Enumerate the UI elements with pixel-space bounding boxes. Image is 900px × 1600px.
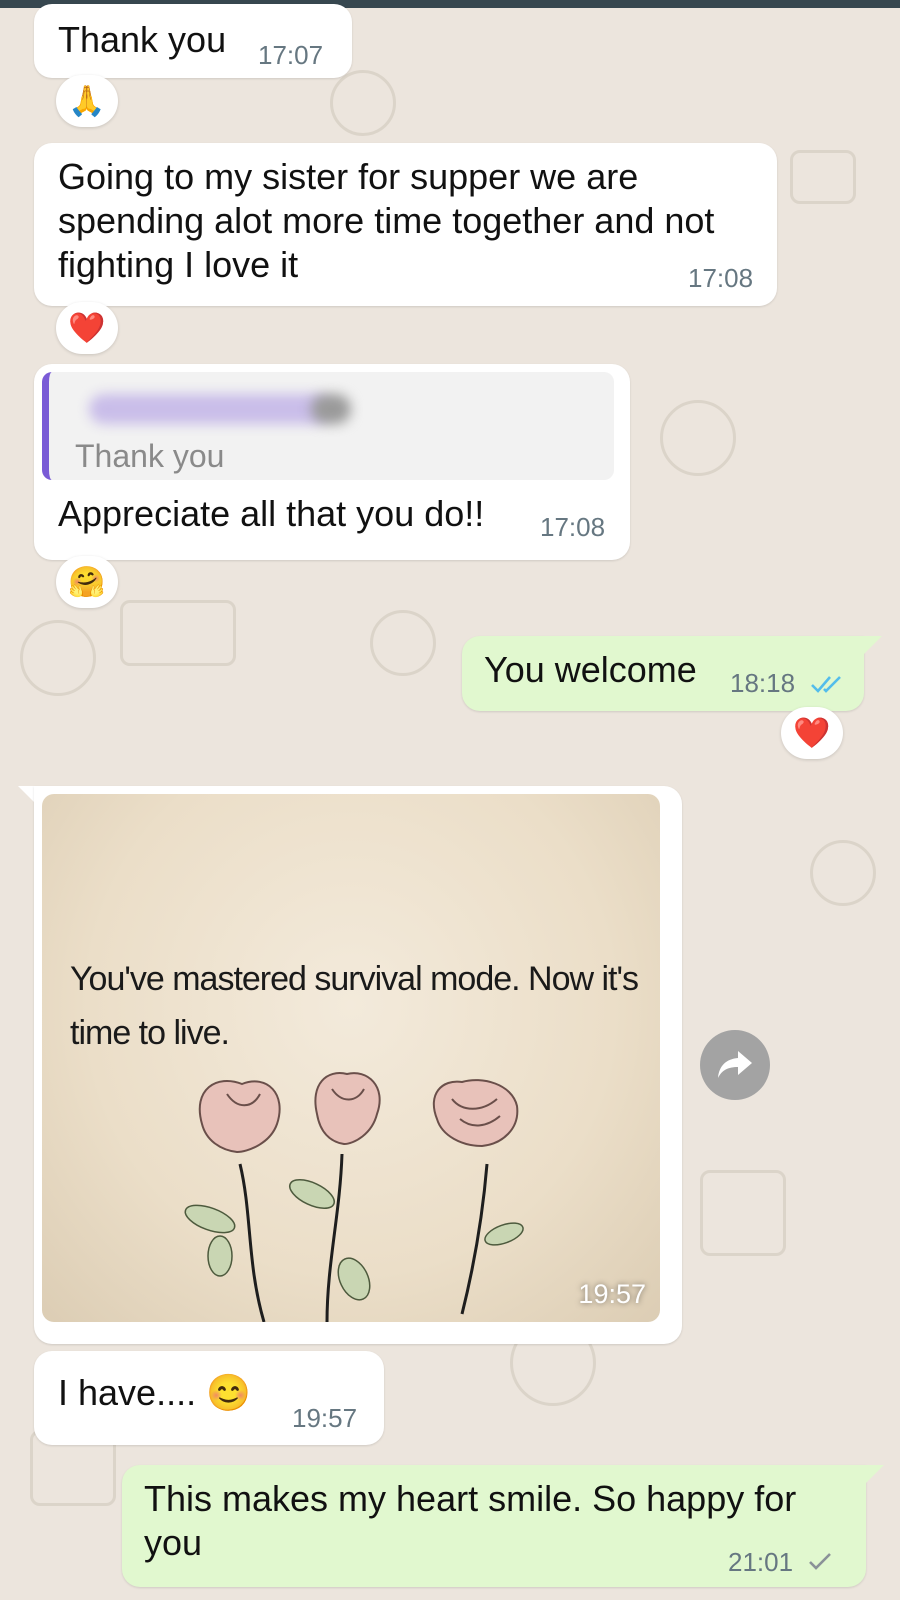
bubble-tail xyxy=(864,636,882,654)
wallpaper-doodle xyxy=(20,620,96,696)
reaction-emoji[interactable]: 🙏 xyxy=(56,75,118,127)
forward-arrow-icon xyxy=(718,1051,752,1078)
double-check-icon xyxy=(811,676,841,693)
message-bubble-incoming[interactable]: I have.... 😊 19:57 xyxy=(34,1351,384,1445)
message-text: I have.... 😊 xyxy=(58,1372,251,1413)
wallpaper-doodle xyxy=(790,150,856,204)
message-text: You welcome xyxy=(484,649,697,690)
message-time: 19:57 xyxy=(292,1403,358,1433)
quoted-author-blurred xyxy=(89,394,329,424)
quoted-author-blurred xyxy=(311,394,351,424)
wallpaper-doodle xyxy=(370,610,436,676)
wallpaper-doodle xyxy=(330,70,396,136)
bubble-tail xyxy=(866,1465,884,1483)
message-bubble-outgoing[interactable]: This makes my heart smile. So happy for … xyxy=(122,1465,866,1587)
reaction-emoji[interactable]: ❤️ xyxy=(56,302,118,354)
forward-button[interactable] xyxy=(700,1030,770,1100)
reaction-emoji[interactable]: 🤗 xyxy=(56,556,118,608)
message-time: 18:18 xyxy=(730,668,796,698)
wallpaper-doodle xyxy=(700,1170,786,1256)
image-time: 19:57 xyxy=(578,1279,646,1309)
message-time: 17:07 xyxy=(258,40,324,70)
reaction-emoji[interactable]: ❤️ xyxy=(781,707,843,759)
message-bubble-incoming[interactable]: Going to my sister for supper we are spe… xyxy=(34,143,777,306)
wallpaper-doodle xyxy=(810,840,876,906)
message-time: 17:08 xyxy=(688,263,754,293)
single-check-icon xyxy=(809,1553,831,1570)
message-bubble-incoming[interactable]: Thank you 17:07 xyxy=(34,4,352,78)
roses-illustration xyxy=(184,1072,524,1322)
message-text: Going to my sister for supper we are spe… xyxy=(58,156,715,285)
quoted-message[interactable]: Thank you xyxy=(42,372,614,480)
quoted-text: Thank you xyxy=(75,438,225,474)
image-message[interactable]: You've mastered survival mode. Now it's … xyxy=(34,786,682,1344)
message-text: Thank you xyxy=(58,19,227,60)
message-bubble-incoming[interactable]: Thank you Appreciate all that you do!! 1… xyxy=(34,364,630,560)
message-text: Appreciate all that you do!! xyxy=(58,493,485,534)
image-attachment[interactable]: You've mastered survival mode. Now it's … xyxy=(42,794,660,1322)
message-bubble-outgoing[interactable]: You welcome 18:18 xyxy=(462,636,864,711)
message-time: 21:01 xyxy=(728,1547,794,1577)
wallpaper-doodle xyxy=(660,400,736,476)
message-time: 17:08 xyxy=(540,512,606,542)
wallpaper-doodle xyxy=(120,600,236,666)
